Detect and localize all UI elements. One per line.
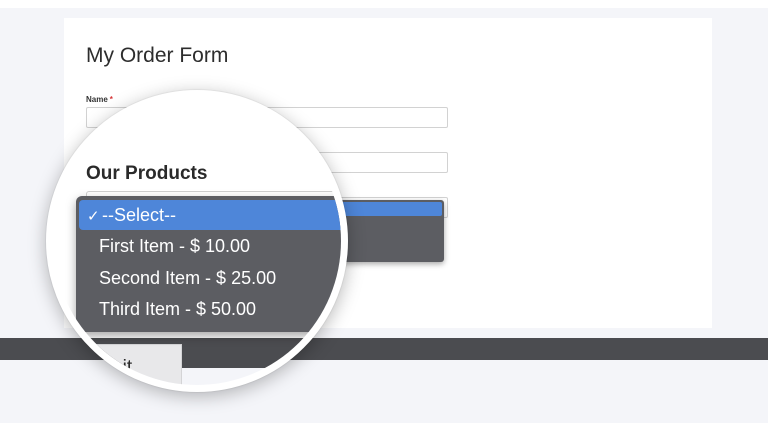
dropdown-option-select[interactable]: ✓ --Select-- xyxy=(79,200,341,230)
dropdown-option-second-item[interactable]: Second Item - $ 25.00 xyxy=(76,263,341,293)
products-heading: Our Products xyxy=(86,163,208,184)
option-label: --Select-- xyxy=(102,205,177,225)
option-label: Third Item - $ 50.00 xyxy=(99,299,257,319)
magnified-dropdown-list: ✓ --Select-- First Item - $ 10.00 Second … xyxy=(76,196,341,332)
option-label: Second Item - $ 25.00 xyxy=(99,268,277,288)
magnifier-lens: Our Products Submit ✓--Select-- First It… xyxy=(46,90,348,392)
checkmark-icon: ✓ xyxy=(87,208,100,225)
dropdown-option-third-item[interactable]: Third Item - $ 50.00 xyxy=(76,294,341,324)
top-strip xyxy=(0,0,768,8)
submit-button[interactable]: Submit xyxy=(86,344,182,385)
page-title: My Order Form xyxy=(86,44,229,67)
magnified-view: Our Products Submit ✓--Select-- First It… xyxy=(53,97,341,385)
option-label: First Item - $ 10.00 xyxy=(99,236,251,256)
dropdown-option-first-item[interactable]: First Item - $ 10.00 xyxy=(76,231,341,261)
